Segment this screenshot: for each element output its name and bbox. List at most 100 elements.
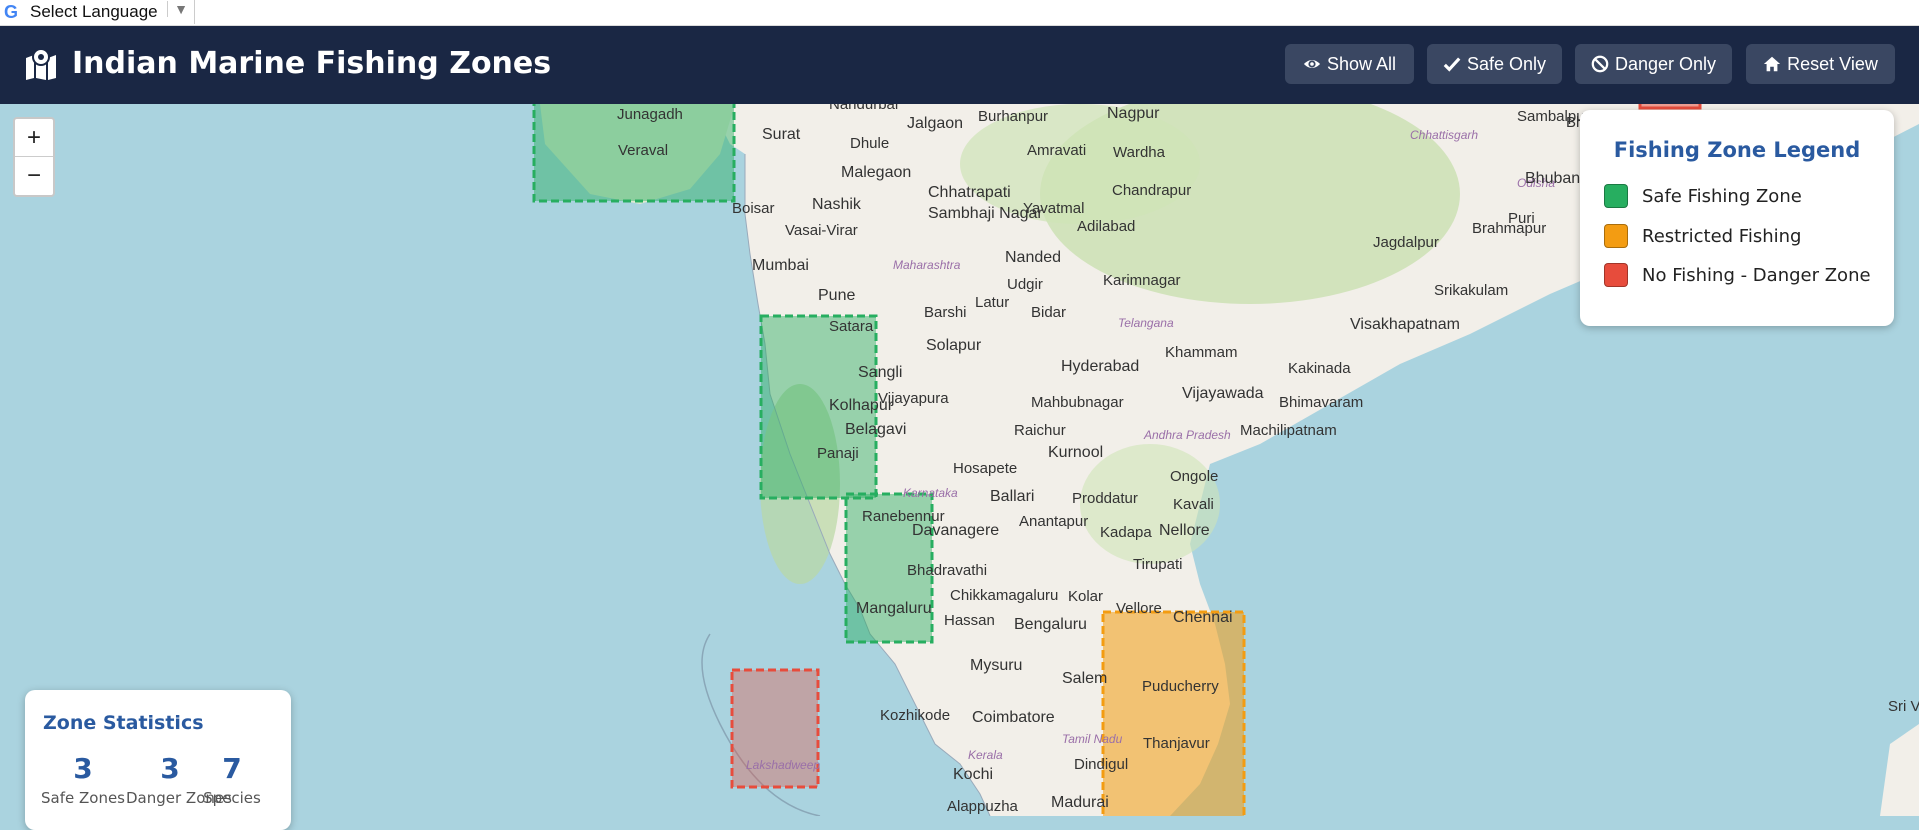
map-label: Coimbatore — [972, 709, 1055, 726]
language-select-label: Select Language — [30, 2, 158, 21]
map-label: Mysuru — [970, 657, 1023, 674]
map-label: Kakinada — [1288, 360, 1351, 377]
map-label: Bidar — [1031, 304, 1067, 321]
map-label: Srikakulam — [1434, 282, 1509, 299]
eye-icon — [1303, 59, 1321, 69]
legend-item-safe: Safe Fishing Zone — [1604, 184, 1802, 208]
map-label: Ballari — [990, 488, 1035, 505]
map-label: Tirupati — [1133, 556, 1183, 573]
stats-title: Zone Statistics — [43, 712, 204, 734]
state-label: Kerala — [968, 748, 1003, 762]
state-label: Telangana — [1118, 316, 1174, 330]
map-label: Khammam — [1165, 344, 1238, 361]
map-label: Hassan — [944, 612, 995, 629]
page-title-text: Indian Marine Fishing Zones — [72, 46, 552, 81]
stat-value: 3 — [73, 752, 93, 785]
map-label: Chennai — [1173, 609, 1233, 626]
map-label: Wardha — [1113, 144, 1165, 161]
map-label: Hyderabad — [1061, 358, 1140, 375]
map-label: Nellore — [1159, 522, 1210, 539]
map-label: Mangaluru — [856, 600, 932, 617]
map-label: Kadapa — [1100, 524, 1152, 541]
map-label: Salem — [1062, 670, 1108, 687]
map-label: Kurnool — [1048, 444, 1104, 461]
home-icon — [1764, 56, 1781, 72]
map-label: Surat — [762, 126, 801, 143]
map-label: Chhatrapati — [928, 184, 1011, 201]
reset-view-label: Reset View — [1787, 53, 1878, 74]
map-label: Lakshadweep — [746, 758, 821, 772]
map-label: Pune — [818, 287, 856, 304]
map-label: Davanagere — [912, 522, 1000, 539]
map-label: Nagpur — [1107, 105, 1160, 122]
reset-view-button[interactable]: Reset View — [1746, 44, 1895, 84]
language-select[interactable]: G Select Language ▼ — [0, 0, 195, 24]
map-label: Jagdalpur — [1373, 234, 1439, 251]
legend-label: Safe Fishing Zone — [1642, 185, 1802, 207]
map-label: Mumbai — [752, 257, 809, 274]
stat-species: 7 Species — [202, 752, 262, 807]
map-label: Vasai-Virar — [785, 222, 858, 239]
map-label: Burhanpur — [978, 108, 1049, 125]
map-label: Nashik — [812, 196, 861, 213]
zoom-out-button[interactable]: − — [15, 157, 53, 194]
zoom-control: + − — [13, 117, 55, 197]
map-label: Chandrapur — [1112, 182, 1192, 199]
zoom-in-button[interactable]: + — [15, 119, 53, 157]
stat-value: 3 — [160, 752, 180, 785]
map-label: Puducherry — [1142, 678, 1219, 695]
state-label: Maharashtra — [893, 258, 961, 272]
legend-title: Fishing Zone Legend — [1613, 138, 1861, 162]
map-label: Vellore — [1116, 600, 1162, 617]
show-all-label: Show All — [1326, 53, 1397, 74]
map-label: Dindigul — [1074, 756, 1129, 773]
map-location-icon — [26, 47, 56, 80]
map-label: Solapur — [926, 337, 982, 354]
map-label: Ongole — [1170, 468, 1219, 485]
map-label: Boisar — [732, 200, 775, 217]
map-label: Proddatur — [1072, 490, 1138, 507]
ban-icon — [1591, 55, 1609, 73]
map-label: Sri Vij — [1888, 698, 1919, 715]
map-label: Kochi — [953, 766, 994, 783]
legend-item-restricted: Restricted Fishing — [1604, 224, 1801, 248]
state-label: Chhattisgarh — [1410, 128, 1479, 142]
map-label: Hosapete — [953, 460, 1018, 477]
legend-label: Restricted Fishing — [1642, 225, 1802, 247]
map-label: Latur — [975, 294, 1010, 311]
map-label: Nanded — [1005, 249, 1062, 266]
show-all-button[interactable]: Show All — [1285, 44, 1414, 84]
map-label: Veraval — [618, 142, 669, 159]
zone-statistics-panel: Zone Statistics 3 Safe Zones 3 Danger Zo… — [25, 690, 291, 830]
map-label: Madurai — [1051, 794, 1109, 811]
map-label: Dhule — [850, 135, 890, 152]
danger-only-button[interactable]: Danger Only — [1575, 44, 1732, 84]
state-label: Andhra Pradesh — [1144, 428, 1231, 442]
safe-only-button[interactable]: Safe Only — [1427, 44, 1562, 84]
legend-item-danger: No Fishing - Danger Zone — [1604, 263, 1871, 287]
check-icon — [1443, 57, 1461, 72]
map-label: Mahbubnagar — [1031, 394, 1124, 411]
map-label: Adilabad — [1077, 218, 1136, 235]
page-title: Indian Marine Fishing Zones — [24, 46, 551, 81]
legend-swatch-restricted — [1604, 224, 1628, 248]
legend-swatch-danger — [1604, 263, 1628, 287]
map-label: Sangli — [858, 364, 903, 381]
dropdown-arrow-icon: ▼ — [167, 1, 188, 17]
app-header: Indian Marine Fishing Zones Show All Saf… — [0, 26, 1919, 104]
state-label: Karnataka — [903, 486, 958, 500]
map-label: Karimnagar — [1103, 272, 1181, 289]
map-label: Vijayapura — [878, 390, 949, 407]
danger-only-label: Danger Only — [1614, 53, 1717, 74]
map-label: Barshi — [924, 304, 967, 321]
map-label: Vijayawada — [1182, 385, 1264, 402]
map-label: Kozhikode — [880, 707, 951, 724]
state-label: Tamil Nadu — [1062, 732, 1123, 746]
map-label: Puri — [1508, 210, 1535, 227]
map-label: Machilipatnam — [1240, 422, 1337, 439]
danger-zone-partial — [1638, 104, 1702, 110]
map-label: Chikkamagaluru — [950, 587, 1059, 604]
map-label: Sambhaji Nagar — [928, 205, 1043, 222]
map-label: Alappuzha — [947, 798, 1018, 815]
safe-only-label: Safe Only — [1466, 53, 1547, 74]
